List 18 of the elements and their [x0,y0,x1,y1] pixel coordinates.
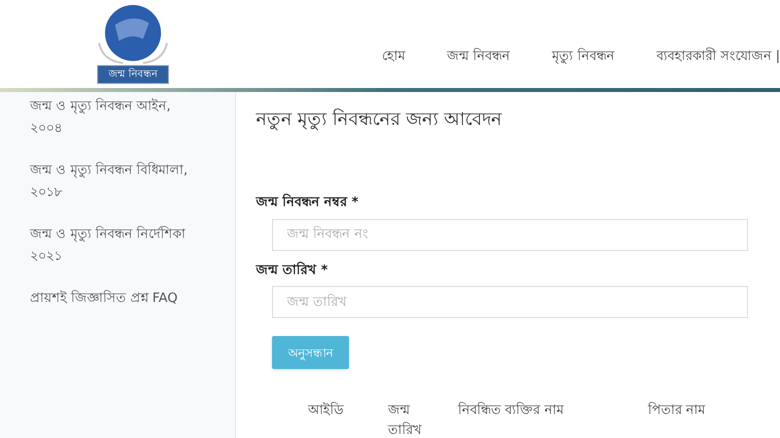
nav-link[interactable]: ব্যবহারকারী সংযোজন | [656,46,780,66]
nav-link[interactable]: জন্ম নিবন্ধন [447,46,510,66]
input-field[interactable]: জন্ম তারিখ [272,286,748,318]
column-header: আইডি [308,401,345,420]
nav-link[interactable]: হোম [382,46,406,66]
input-field[interactable]: জন্ম নিবন্ধন নং [272,218,748,250]
column-header: জন্ম তারিখ [388,402,423,438]
sidebar-link[interactable]: জন্ম ও মৃত্যু নিবন্ধন আইন, ২০০৪ [30,96,200,140]
column-header: নিবন্ধিত ব্যক্তির নাম [458,401,565,420]
sidebar-link[interactable]: জন্ম ও মৃত্যু নিবন্ধন নির্দেশিকা ২০২১ [30,224,200,268]
logo-caption: জন্ম নিবন্ধন [97,65,169,84]
field-label: জন্ম তারিখ * [256,260,329,280]
page-heading: নতুন মৃত্যু নিবন্ধনের জন্য আবেদন [256,108,503,132]
nav-link[interactable]: মৃত্যু নিবন্ধন [552,46,614,66]
field-label: জন্ম নিবন্ধন নম্বর * [256,193,360,212]
sidebar-link[interactable]: প্রায়শই জিজ্ঞাসিত প্রশ্ন FAQ [30,288,200,310]
sidebar-link[interactable]: জন্ম ও মৃত্যু নিবন্ধন বিধিমালা, ২০১৮ [30,160,200,204]
column-header: পিতার নাম [648,401,706,420]
